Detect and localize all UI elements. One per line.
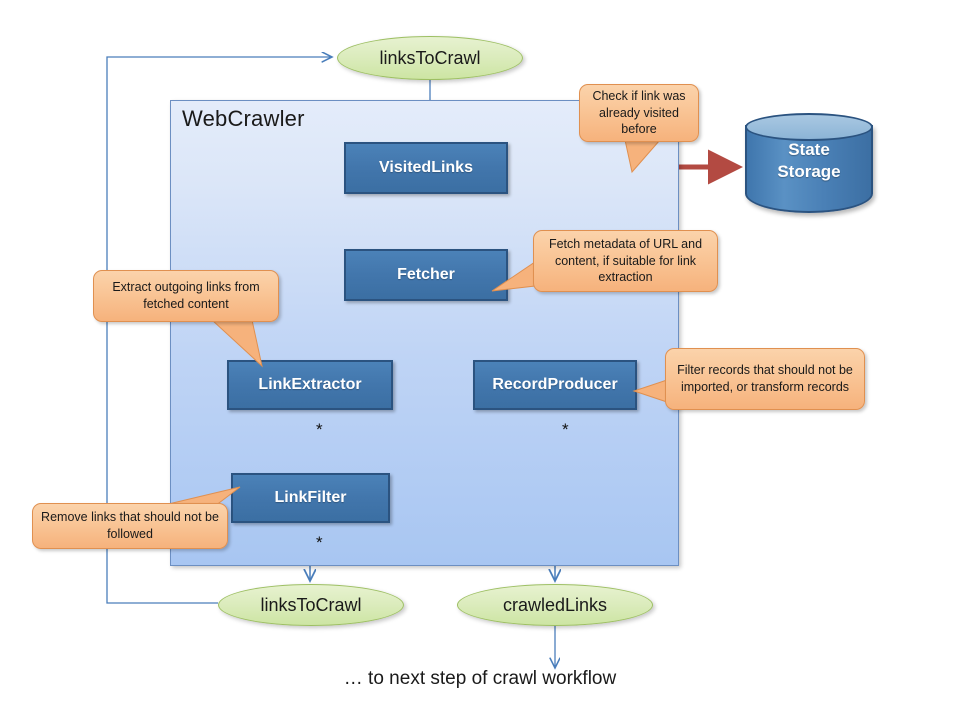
callout-filter-records: Filter records that should not be import…: [665, 348, 865, 410]
callout-check-visited: Check if link was already visited before: [579, 84, 699, 142]
callout-extract-links: Extract outgoing links from fetched cont…: [93, 270, 279, 322]
callout-remove-links: Remove links that should not be followed: [32, 503, 228, 549]
diagram-canvas: WebCrawler VisitedLinks Fetcher LinkExtr…: [0, 0, 960, 720]
callout-fetch-metadata: Fetch metadata of URL and content, if su…: [533, 230, 718, 292]
leader-check-visited: [624, 139, 662, 174]
leader-filter-records: [632, 379, 668, 403]
leader-fetch-metadata: [491, 261, 536, 292]
leader-extract-links: [210, 319, 263, 368]
